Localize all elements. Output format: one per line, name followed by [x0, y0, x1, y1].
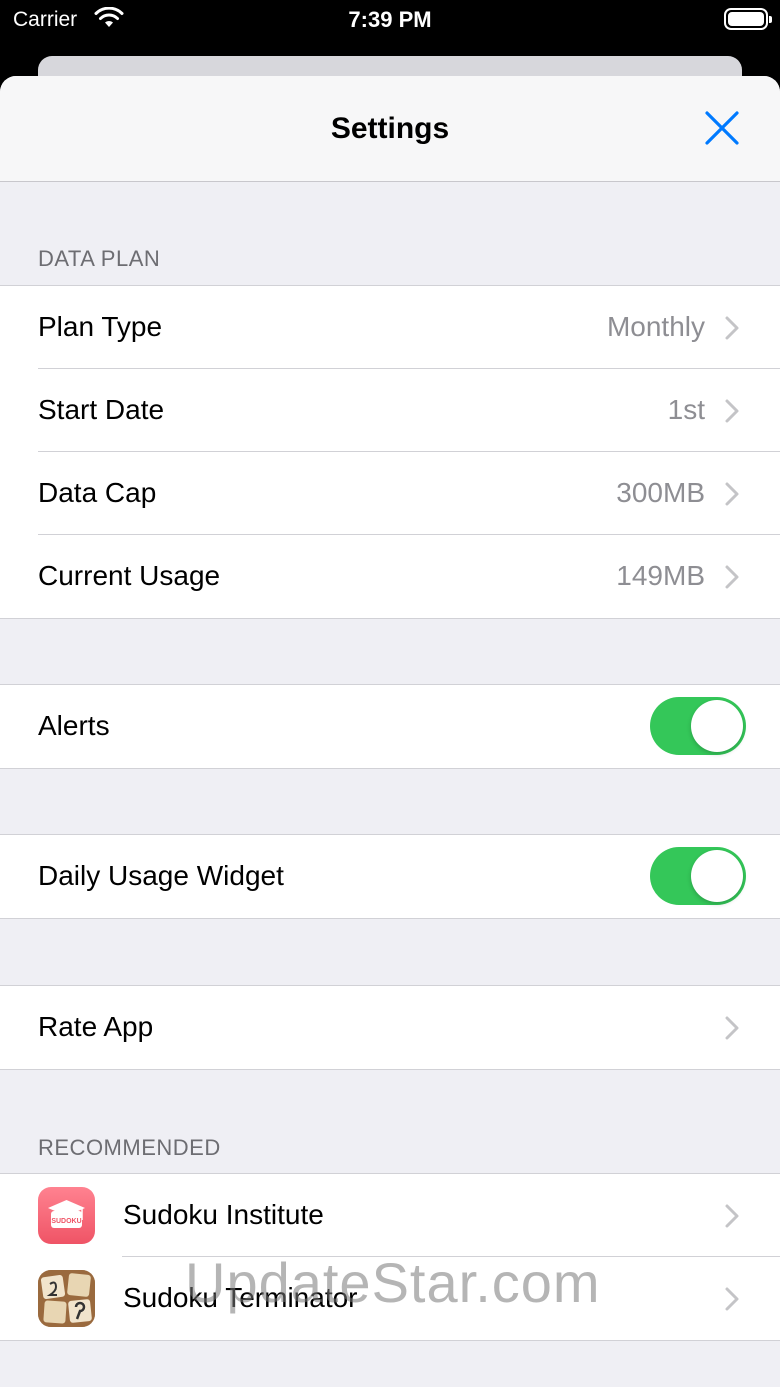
row-label: Sudoku Institute: [123, 1199, 324, 1230]
toggle-knob: [691, 850, 743, 902]
row-value: 1st: [667, 394, 705, 425]
navigation-bar: Settings: [0, 76, 780, 182]
section-header-recommended: RECOMMENDED: [38, 1135, 221, 1160]
row-sudoku-institute[interactable]: SUDOKU Sudoku Institute: [0, 1174, 780, 1257]
chevron-right-icon: [725, 316, 739, 340]
battery-icon: [724, 8, 772, 30]
row-label: Data Cap: [38, 477, 157, 508]
row-label: Rate App: [38, 1011, 154, 1042]
chevron-right-icon: [725, 1204, 739, 1228]
svg-text:SUDOKU: SUDOKU: [51, 1218, 81, 1225]
sudoku-terminator-app-icon: [38, 1270, 95, 1327]
row-label: Daily Usage Widget: [38, 860, 284, 891]
sudoku-institute-app-icon: SUDOKU: [38, 1187, 95, 1244]
row-data-cap[interactable]: Data Cap 300MB: [0, 452, 780, 535]
row-daily-usage-widget: Daily Usage Widget: [0, 835, 780, 918]
row-value: 149MB: [616, 560, 705, 591]
row-rate-app[interactable]: Rate App: [0, 986, 780, 1069]
chevron-right-icon: [725, 1016, 739, 1040]
chevron-right-icon: [725, 399, 739, 423]
row-label: Alerts: [38, 710, 110, 741]
row-label: Plan Type: [38, 311, 163, 342]
toggle-knob: [691, 700, 743, 752]
widget-group: Daily Usage Widget: [0, 834, 780, 919]
row-label: Start Date: [38, 394, 165, 425]
data-plan-group: Plan Type Monthly Start Date 1st Data Ca…: [0, 285, 780, 619]
chevron-right-icon: [725, 565, 739, 589]
row-alerts: Alerts: [0, 685, 780, 768]
watermark: UpdateStar.com: [185, 1251, 601, 1314]
widget-toggle[interactable]: [650, 847, 746, 905]
close-button[interactable]: [700, 106, 744, 150]
page-title: Settings: [330, 112, 450, 145]
chevron-right-icon: [725, 1287, 739, 1311]
row-current-usage[interactable]: Current Usage 149MB: [0, 535, 780, 618]
alerts-toggle[interactable]: [650, 697, 746, 755]
row-value: Monthly: [606, 311, 705, 342]
clock: 7:39 PM: [348, 7, 432, 32]
status-bar: Carrier 7:39 PM: [0, 0, 780, 40]
section-header-data-plan: DATA PLAN: [38, 246, 161, 271]
row-label: Current Usage: [38, 560, 221, 591]
settings-sheet: Settings DATA PLAN Plan Type Monthly Sta…: [0, 76, 780, 1387]
chevron-right-icon: [725, 482, 739, 506]
rate-group: Rate App: [0, 985, 780, 1070]
alerts-group: Alerts: [0, 684, 780, 769]
row-plan-type[interactable]: Plan Type Monthly: [0, 286, 780, 369]
row-start-date[interactable]: Start Date 1st: [0, 369, 780, 452]
row-value: 300MB: [616, 477, 705, 508]
